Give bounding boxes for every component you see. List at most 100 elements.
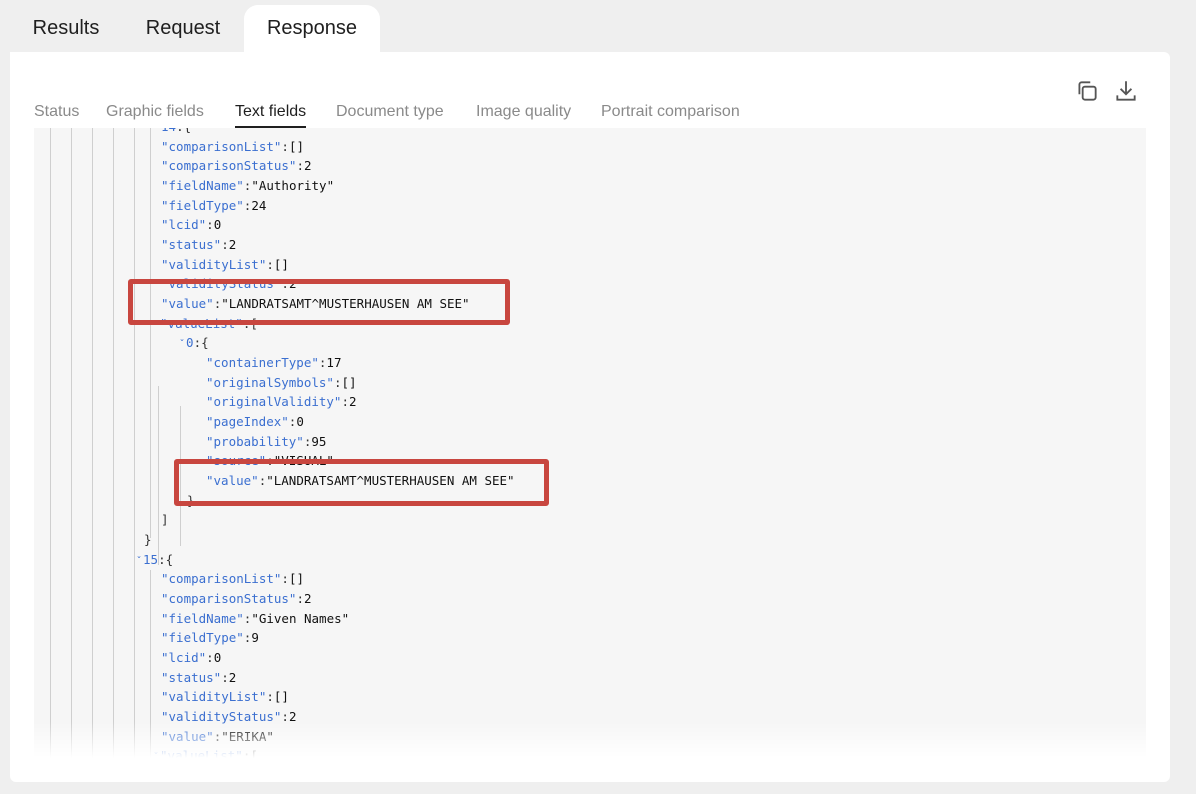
json-value: [] (341, 374, 357, 390)
subtab-portrait-comparison[interactable]: Portrait comparison (601, 100, 740, 126)
json-key: "fieldName" (161, 610, 244, 626)
json-line: "originalSymbols":[] (206, 373, 357, 393)
json-line: "value":"LANDRATSAMT^MUSTERHAUSEN AM SEE… (161, 294, 470, 314)
collapse-caret-icon[interactable]: ˇ (153, 320, 159, 331)
json-line: "originalValidity":2 (206, 392, 357, 412)
indent-guide (113, 128, 114, 758)
json-key: "fieldType" (161, 197, 244, 213)
json-value: 2 (349, 394, 357, 410)
indent-guide (92, 128, 93, 758)
json-line: "comparisonStatus":2 (161, 589, 312, 609)
json-punct: : (221, 669, 229, 685)
json-value: 95 (311, 433, 327, 449)
subtab-image-quality[interactable]: Image quality (476, 100, 571, 126)
json-line: "lcid":0 (161, 215, 221, 235)
json-key: "source" (206, 453, 267, 469)
json-punct: : (266, 453, 274, 469)
json-line: ˇ15:{ (136, 550, 173, 570)
json-key: "valueList" (160, 315, 243, 331)
json-value: "LANDRATSAMT^MUSTERHAUSEN AM SEE" (266, 473, 515, 489)
json-value: 17 (326, 355, 342, 371)
json-value: 24 (251, 197, 267, 213)
json-line: "comparisonList":[] (161, 569, 304, 589)
json-punct: : (281, 276, 289, 292)
json-line: "status":2 (161, 235, 236, 255)
json-value: 0 (296, 414, 304, 430)
json-value: 2 (304, 158, 312, 174)
json-key: "validityList" (161, 689, 267, 705)
json-value: 2 (228, 237, 237, 253)
json-value: 2 (304, 591, 312, 607)
json-key: "status" (161, 669, 222, 685)
sub-tabs: Status Graphic fields Text fields Docume… (34, 100, 1146, 129)
json-value: "Authority" (251, 178, 335, 193)
subtab-document-type[interactable]: Document type (336, 100, 444, 126)
json-line: "validityList":[] (161, 687, 289, 707)
json-punct: : (206, 650, 214, 666)
json-punct: } (187, 492, 195, 508)
json-value: 2 (228, 669, 237, 685)
json-line: "fieldType":9 (161, 628, 259, 648)
json-key: "containerType" (206, 355, 319, 371)
bottom-fade (34, 722, 1146, 758)
json-key: "originalSymbols" (206, 374, 334, 390)
indent-guide (71, 128, 72, 758)
json-line: "validityStatus":2 (161, 274, 296, 294)
json-key: "fieldName" (161, 178, 244, 193)
json-key: "comparisonStatus" (161, 158, 297, 174)
json-key: "comparisonStatus" (161, 591, 297, 607)
json-line: ˇ0:{ (179, 333, 209, 353)
json-punct: : (281, 138, 289, 154)
json-value: 0 (213, 650, 222, 666)
json-punct: : (266, 256, 274, 272)
json-key: 15 (143, 551, 159, 567)
tab-results[interactable]: Results (10, 5, 122, 52)
indent-guide (50, 128, 51, 758)
json-punct: ] (161, 512, 169, 528)
json-value: [] (273, 256, 289, 272)
json-key: "comparisonList" (161, 138, 282, 154)
response-panel: Status Graphic fields Text fields Docume… (10, 52, 1170, 782)
json-value: 2 (288, 276, 297, 292)
json-line: 14:{ (161, 128, 191, 137)
json-line: ˇ"valueList":[ (153, 314, 258, 334)
json-line: "status":2 (161, 668, 236, 688)
json-key: "probability" (206, 433, 304, 449)
json-key: "comparisonList" (161, 571, 282, 587)
json-punct: : (296, 158, 304, 174)
tab-response[interactable]: Response (244, 5, 380, 52)
json-line: "probability":95 (206, 432, 326, 452)
json-punct: : (221, 237, 229, 253)
json-value: [] (273, 689, 289, 705)
subtab-text-fields[interactable]: Text fields (235, 100, 307, 128)
collapse-caret-icon[interactable]: ˇ (136, 556, 142, 567)
json-key: "validityStatus" (161, 276, 282, 292)
json-key: "lcid" (161, 217, 207, 233)
json-key: 14 (161, 128, 176, 134)
subtab-status[interactable]: Status (34, 100, 79, 126)
json-key: "status" (161, 237, 222, 253)
subtab-graphic-fields[interactable]: Graphic fields (106, 100, 204, 126)
json-key: "lcid" (161, 650, 207, 666)
json-key: "value" (161, 296, 214, 312)
json-key: "pageIndex" (206, 414, 289, 430)
collapse-caret-icon[interactable]: ˇ (179, 339, 185, 350)
indent-guide (180, 406, 181, 546)
json-value: [] (288, 571, 305, 587)
json-key: "value" (206, 473, 259, 489)
json-punct: :[ (242, 315, 258, 331)
json-punct: : (206, 217, 214, 233)
indent-guide (158, 386, 159, 565)
json-punct: : (296, 591, 304, 607)
json-punct: :{ (193, 335, 209, 351)
json-line: "lcid":0 (161, 648, 221, 668)
json-punct: :{ (176, 128, 191, 134)
json-line: "fieldType":24 (161, 196, 266, 216)
json-line: "value":"LANDRATSAMT^MUSTERHAUSEN AM SEE… (206, 471, 515, 491)
json-viewer[interactable]: 14:{"comparisonList":[]"comparisonStatus… (34, 128, 1146, 758)
json-line: "pageIndex":0 (206, 412, 304, 432)
json-key: 0 (186, 335, 194, 351)
json-value: 0 (213, 217, 222, 233)
tab-request[interactable]: Request (122, 5, 244, 52)
json-line: "containerType":17 (206, 353, 341, 373)
